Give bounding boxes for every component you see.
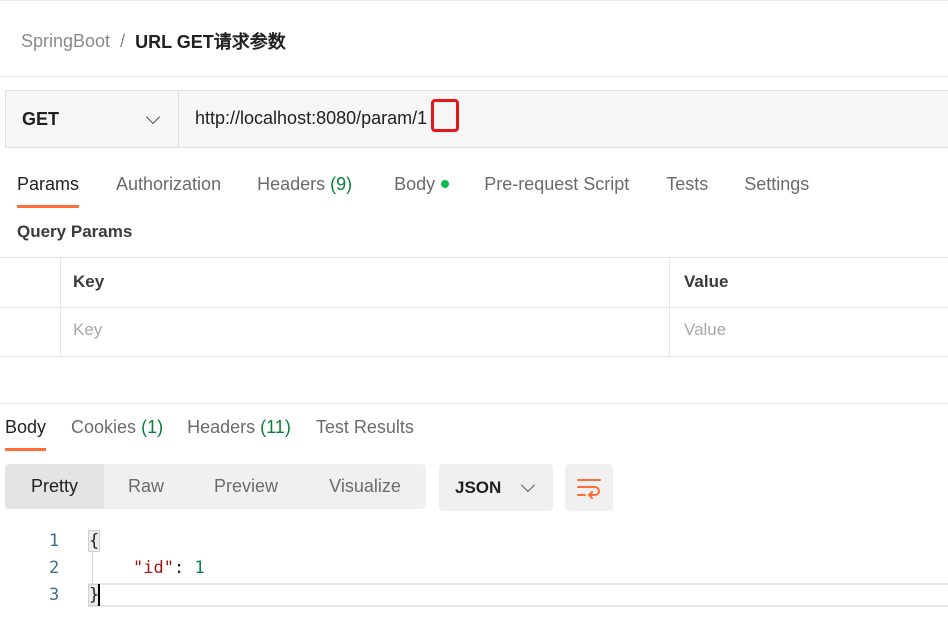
line-number: 2 [49, 558, 60, 578]
view-mode-raw[interactable]: Raw [104, 464, 188, 509]
json-colon: : [173, 558, 195, 578]
tab-pre-request-script[interactable]: Pre-request Script [484, 174, 629, 208]
tab-body[interactable]: Body [394, 174, 450, 208]
request-tabs: Params Authorization Headers (9) Body Pr… [17, 174, 809, 208]
tab-response-body[interactable]: Body [5, 417, 47, 451]
header-divider [0, 76, 948, 77]
text-cursor [98, 584, 100, 606]
breadcrumb-separator: / [120, 30, 126, 51]
response-divider [0, 403, 948, 404]
request-url-bar: GET http://localhost:8080/param/1 [5, 90, 948, 148]
chevron-down-icon [145, 109, 161, 124]
view-mode-selector: Pretty Raw Preview Visualize [5, 464, 426, 509]
tab-settings-label: Settings [744, 174, 810, 194]
tab-settings[interactable]: Settings [744, 174, 809, 208]
response-headers-count: (11) [260, 417, 291, 437]
body-status-dot [441, 180, 450, 188]
tab-authorization[interactable]: Authorization [116, 174, 221, 208]
headers-count: (9) [330, 174, 353, 194]
tab-cookies-label: Cookies [71, 417, 137, 437]
json-open-brace[interactable]: { [87, 530, 101, 552]
tab-tests[interactable]: Tests [666, 174, 708, 208]
table-column-divider [669, 258, 670, 356]
wrap-lines-icon [577, 478, 601, 499]
column-header-value: Value [684, 272, 729, 291]
url-input[interactable]: http://localhost:8080/param/1 [195, 108, 427, 129]
param-value-input[interactable]: Value [684, 320, 726, 340]
tab-body-label: Body [394, 174, 436, 194]
json-key: "id" [133, 558, 174, 578]
tab-test-results[interactable]: Test Results [316, 417, 414, 451]
tab-test-results-label: Test Results [315, 417, 414, 437]
table-column-divider [60, 258, 61, 356]
request-name[interactable]: URL GET请求参数 [135, 28, 286, 54]
url-path-highlight-box [431, 99, 459, 132]
indent-guide [92, 546, 93, 586]
tab-tests-label: Tests [666, 174, 709, 194]
method-label: GET [22, 108, 60, 129]
param-key-input[interactable]: Key [73, 320, 102, 340]
tab-response-headers-label: Headers [187, 417, 256, 437]
json-value: 1 [194, 558, 205, 578]
tab-cookies[interactable]: Cookies (1) [71, 417, 163, 451]
query-params-table: Key Value Key Value [0, 257, 948, 357]
view-mode-visualize[interactable]: Visualize [304, 464, 426, 509]
view-mode-preview[interactable]: Preview [188, 464, 304, 509]
method-selector[interactable]: GET [6, 91, 179, 147]
breadcrumb: SpringBoot / URL GET请求参数 [21, 28, 286, 54]
tab-headers-label: Headers [257, 174, 326, 194]
view-mode-pretty[interactable]: Pretty [5, 464, 104, 509]
json-line[interactable]: "id": 1 [133, 558, 205, 578]
chevron-down-icon [521, 478, 536, 492]
current-line-highlight [88, 583, 948, 607]
line-number: 3 [49, 585, 60, 605]
table-row-divider [0, 307, 948, 308]
format-label: JSON [455, 477, 502, 497]
wrap-lines-button[interactable] [565, 464, 613, 511]
breadcrumb-collection-link[interactable]: SpringBoot [21, 31, 110, 52]
tab-params[interactable]: Params [17, 174, 80, 208]
tab-headers[interactable]: Headers (9) [257, 174, 352, 208]
column-header-key: Key [73, 272, 105, 291]
line-number: 1 [49, 531, 60, 551]
tab-pre-request-script-label: Pre-request Script [484, 174, 630, 194]
query-params-title: Query Params [17, 222, 133, 241]
tab-authorization-label: Authorization [116, 174, 222, 194]
tab-response-headers[interactable]: Headers (11) [187, 417, 291, 451]
format-dropdown[interactable]: JSON [439, 464, 553, 511]
tab-response-body-label: Body [5, 417, 47, 437]
top-border [0, 0, 948, 1]
response-tabs: Body Cookies (1) Headers (11) Test Resul… [5, 417, 414, 451]
tab-params-label: Params [17, 174, 80, 194]
cookies-count: (1) [141, 417, 164, 437]
